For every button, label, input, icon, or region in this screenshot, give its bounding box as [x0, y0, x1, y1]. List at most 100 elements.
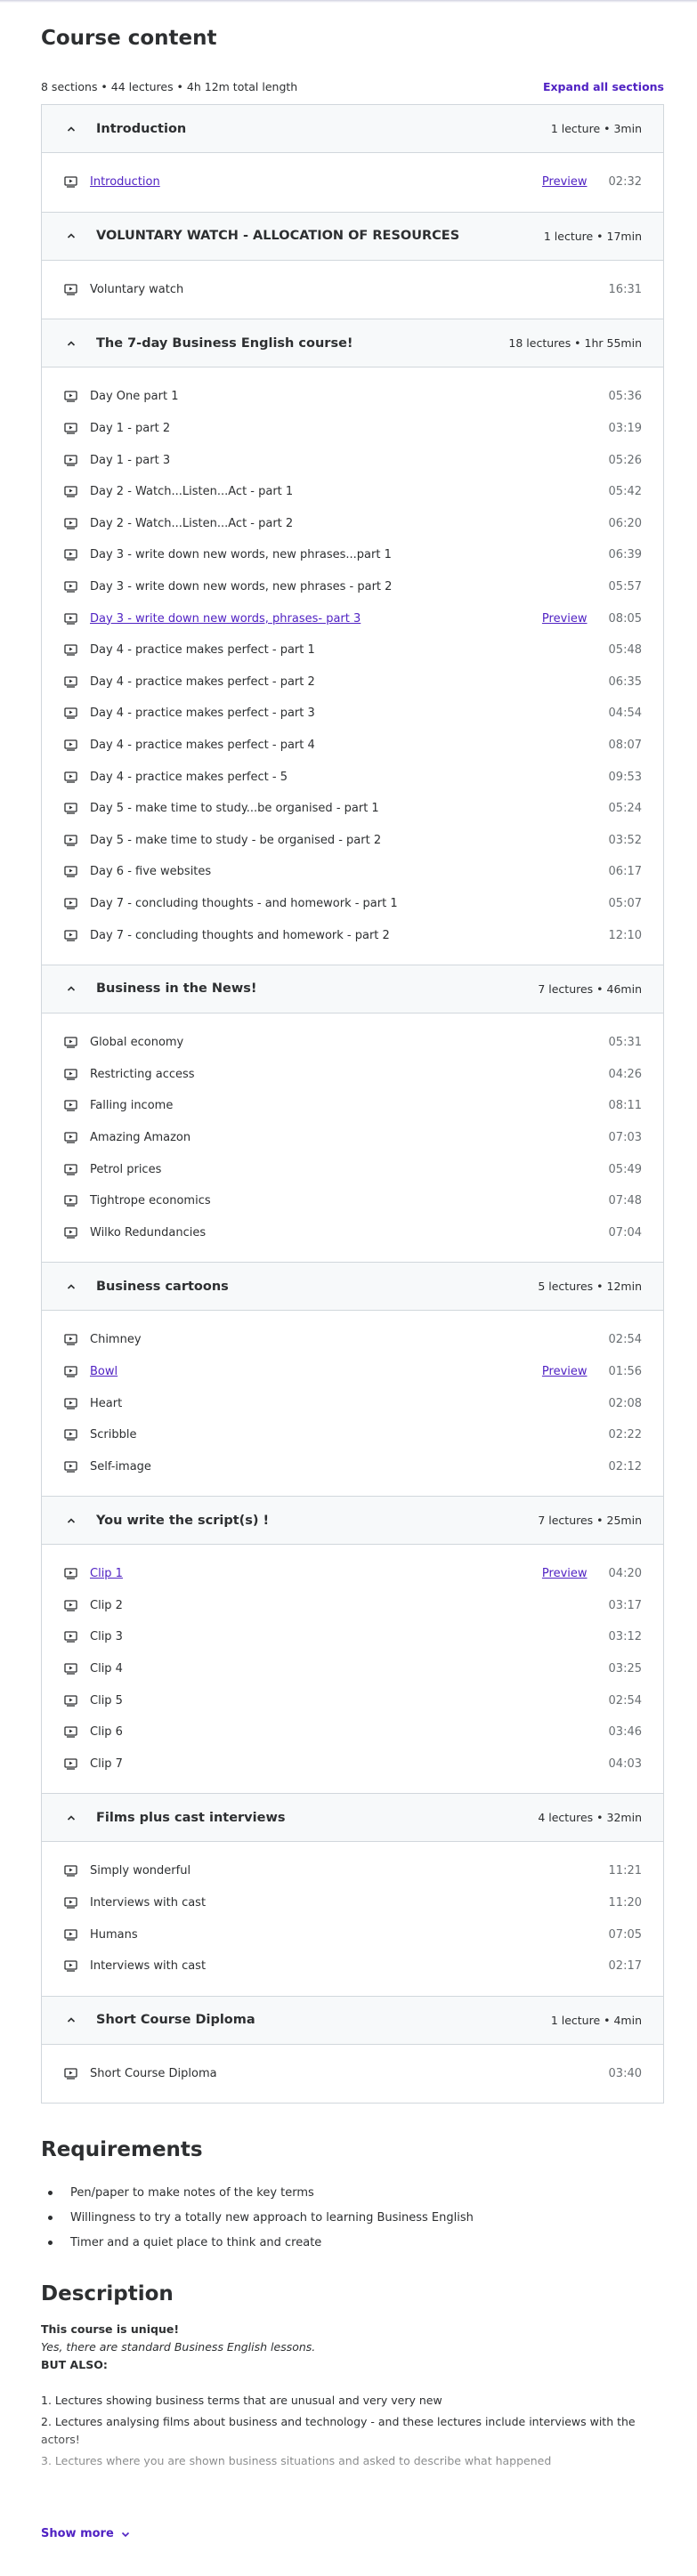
- lecture-title[interactable]: Clip 1: [90, 1567, 542, 1580]
- lecture-duration: 07:48: [608, 1194, 642, 1208]
- video-icon: [64, 1567, 78, 1581]
- lecture-duration: 08:11: [608, 1099, 642, 1113]
- video-icon: [64, 2066, 78, 2080]
- lecture-item: Day 5 - make time to study - be organise…: [42, 825, 663, 857]
- expand-all-sections-button[interactable]: Expand all sections: [543, 80, 664, 93]
- section-header[interactable]: Short Course Diploma 1 lecture • 4min: [42, 1996, 663, 2045]
- lecture-item[interactable]: Clip 1 Preview 04:20: [42, 1558, 663, 1590]
- lecture-duration: 03:19: [608, 422, 642, 436]
- video-icon: [64, 1756, 78, 1771]
- video-icon: [64, 453, 78, 467]
- section-header[interactable]: Business cartoons 5 lectures • 12min: [42, 1263, 663, 1312]
- lecture-title: Short Course Diploma: [90, 2066, 217, 2080]
- video-icon: [64, 674, 78, 689]
- section-header[interactable]: Introduction 1 lecture • 3min: [42, 105, 663, 153]
- bullet-icon: [48, 2215, 53, 2220]
- video-icon: [64, 1194, 78, 1208]
- lecture-title: Clip 4: [90, 1662, 123, 1676]
- lecture-title[interactable]: Introduction: [90, 175, 542, 189]
- lecture-item: Interviews with cast 11:20: [42, 1887, 663, 1919]
- lecture-item: Clip 3 03:12: [42, 1621, 663, 1653]
- requirement-text: Timer and a quiet place to think and cre…: [70, 2235, 322, 2249]
- lecture-item: Clip 4 03:25: [42, 1653, 663, 1685]
- lecture-title[interactable]: Bowl: [90, 1365, 542, 1378]
- lecture-item: Day 4 - practice makes perfect - part 1 0…: [42, 634, 663, 666]
- section-header[interactable]: The 7-day Business English course! 18 lec…: [42, 319, 663, 368]
- lecture-duration: 04:03: [608, 1756, 642, 1771]
- lecture-item: Simply wonderful 11:21: [42, 1855, 663, 1887]
- chevron-up-icon: [64, 1280, 78, 1294]
- chevron-up-icon: [64, 1811, 78, 1825]
- description-point: 2. Lectures analysing films about busine…: [41, 2415, 636, 2446]
- curriculum-section: Films plus cast interviews 4 lectures • 3…: [42, 1794, 663, 1997]
- lecture-title[interactable]: Day 3 - write down new words, phrases- p…: [90, 612, 542, 626]
- lecture-item: Short Course Diploma 03:40: [42, 2058, 663, 2090]
- lecture-item: Falling income 08:11: [42, 1090, 663, 1122]
- lecture-duration: 06:39: [608, 548, 642, 562]
- lecture-duration: 16:31: [608, 282, 642, 296]
- section-header[interactable]: You write the script(s) ! 7 lectures • 25…: [42, 1497, 663, 1545]
- preview-link[interactable]: Preview: [542, 612, 588, 626]
- lecture-title: Falling income: [90, 1099, 174, 1113]
- lecture-list: Clip 1 Preview 04:20 Clip 2 03:17 Clip 3 03:12…: [42, 1545, 663, 1793]
- lecture-item: Clip 5 02:54: [42, 1684, 663, 1716]
- video-icon: [64, 833, 78, 847]
- requirement-item: Timer and a quiet place to think and cre…: [41, 2230, 474, 2255]
- show-more-label: Show more: [41, 2527, 114, 2540]
- lecture-title: Day 7 - concluding thoughts - and homewo…: [90, 896, 398, 910]
- lecture-duration: 01:56: [608, 1364, 642, 1378]
- curriculum-section: Business cartoons 5 lectures • 12min Chimn…: [42, 1263, 663, 1497]
- lecture-title: Clip 3: [90, 1630, 123, 1644]
- video-icon: [64, 516, 78, 530]
- lecture-item: Day 6 - five websites 06:17: [42, 856, 663, 888]
- description-line: Yes, there are standard Business English…: [41, 2340, 316, 2354]
- video-icon: [64, 1162, 78, 1176]
- lecture-duration: 05:26: [608, 453, 642, 467]
- lecture-duration: 05:31: [608, 1036, 642, 1050]
- lecture-duration: 11:21: [608, 1864, 642, 1878]
- video-icon: [64, 282, 78, 296]
- lecture-item: Chimney 02:54: [42, 1324, 663, 1356]
- lecture-duration: 07:03: [608, 1130, 642, 1144]
- curriculum-section: VOLUNTARY WATCH - ALLOCATION OF RESOURCE…: [42, 212, 663, 320]
- video-icon: [64, 1725, 78, 1740]
- show-more-button[interactable]: Show more: [41, 2527, 130, 2540]
- video-icon: [64, 1662, 78, 1676]
- section-header[interactable]: Films plus cast interviews 4 lectures • 3…: [42, 1794, 663, 1843]
- lecture-duration: 06:20: [608, 516, 642, 530]
- section-header[interactable]: Business in the News! 7 lectures • 46min: [42, 965, 663, 1013]
- lecture-duration: 05:36: [608, 390, 642, 404]
- curriculum-section: Introduction 1 lecture • 3min Introduction…: [42, 105, 663, 213]
- preview-link[interactable]: Preview: [542, 1567, 588, 1580]
- lecture-title: Day 4 - practice makes perfect - 5: [90, 770, 288, 784]
- lecture-duration: 09:53: [608, 770, 642, 784]
- curriculum-section: The 7-day Business English course! 18 lec…: [42, 319, 663, 965]
- lecture-duration: 02:12: [608, 1459, 642, 1474]
- preview-link[interactable]: Preview: [542, 1365, 588, 1378]
- video-icon: [64, 1693, 78, 1708]
- lecture-duration: 04:20: [608, 1567, 642, 1581]
- section-title: You write the script(s) !: [96, 1513, 270, 1528]
- lecture-item[interactable]: Day 3 - write down new words, phrases- p…: [42, 602, 663, 634]
- video-icon: [64, 1459, 78, 1474]
- lecture-title: Tightrope economics: [90, 1194, 211, 1208]
- lecture-item[interactable]: Introduction Preview 02:32: [42, 166, 663, 198]
- lecture-title: Clip 5: [90, 1693, 123, 1708]
- lecture-item: Day 3 - write down new words, new phrase…: [42, 571, 663, 603]
- section-meta: 5 lectures • 12min: [538, 1280, 642, 1294]
- video-icon: [64, 865, 78, 879]
- lecture-item: Self-image 02:12: [42, 1450, 663, 1482]
- requirement-item: Pen/paper to make notes of the key terms: [41, 2180, 474, 2205]
- lecture-item: Day 4 - practice makes perfect - part 3 0…: [42, 698, 663, 730]
- lecture-item[interactable]: Bowl Preview 01:56: [42, 1356, 663, 1388]
- chevron-up-icon: [64, 981, 78, 996]
- video-icon: [64, 1864, 78, 1878]
- lecture-title: Clip 7: [90, 1756, 123, 1771]
- video-icon: [64, 1364, 78, 1378]
- preview-link[interactable]: Preview: [542, 175, 588, 189]
- lecture-duration: 08:07: [608, 739, 642, 753]
- section-header[interactable]: VOLUNTARY WATCH - ALLOCATION OF RESOURCE…: [42, 212, 663, 261]
- lecture-list: Global economy 05:31 Restricting access 04:…: [42, 1013, 663, 1262]
- section-title: Business in the News!: [96, 981, 257, 997]
- section-title: Introduction: [96, 121, 187, 136]
